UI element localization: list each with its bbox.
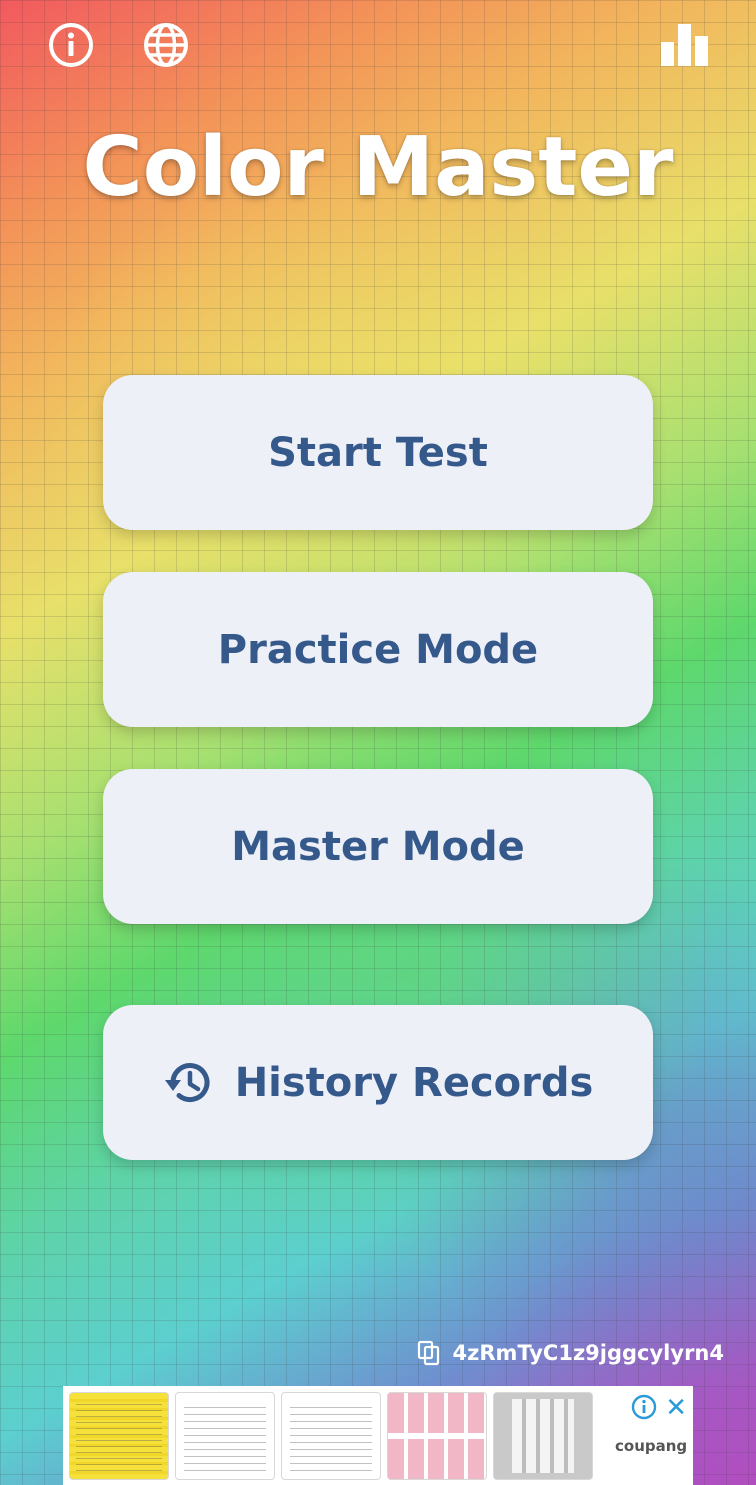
ad-product-image[interactable] <box>281 1391 381 1480</box>
master-mode-label: Master Mode <box>231 823 525 870</box>
ad-product-image[interactable] <box>175 1391 275 1480</box>
user-code-text: 4zRmTyC1z9jggcylyrn4 <box>452 1341 724 1365</box>
history-records-button[interactable]: History Records <box>103 1005 653 1160</box>
ad-close-icon[interactable]: ✕ <box>665 1394 687 1420</box>
ad-product-image[interactable] <box>69 1391 169 1480</box>
ad-banner[interactable]: ✕ coupang <box>63 1386 693 1485</box>
history-records-label: History Records <box>234 1059 594 1106</box>
start-test-button[interactable]: Start Test <box>103 375 653 530</box>
history-icon <box>163 1060 213 1106</box>
practice-mode-button[interactable]: Practice Mode <box>103 572 653 727</box>
info-button[interactable] <box>46 20 96 70</box>
master-mode-button[interactable]: Master Mode <box>103 769 653 924</box>
copy-icon[interactable] <box>417 1340 441 1366</box>
app-title: Color Master <box>82 120 674 215</box>
ad-product-image[interactable] <box>493 1391 593 1480</box>
ad-brand-logo: coupang <box>615 1437 688 1455</box>
ad-side-panel: ✕ coupang <box>593 1386 693 1485</box>
bar-chart-icon <box>661 24 708 66</box>
info-icon <box>49 23 93 67</box>
practice-mode-label: Practice Mode <box>217 626 539 673</box>
grid-overlay <box>0 0 756 1485</box>
ad-product-image[interactable] <box>387 1391 487 1480</box>
leaderboard-button[interactable] <box>660 20 710 70</box>
language-button[interactable] <box>141 20 191 70</box>
user-code-row[interactable]: 4zRmTyC1z9jggcylyrn4 <box>417 1340 724 1366</box>
globe-icon <box>144 23 188 67</box>
start-test-label: Start Test <box>268 429 488 476</box>
ad-info-icon[interactable] <box>631 1394 657 1425</box>
